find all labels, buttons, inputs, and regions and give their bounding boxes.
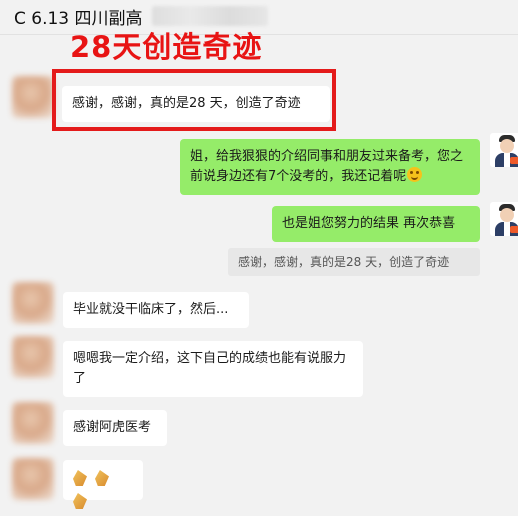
message-bubble-incoming[interactable]: 嗯嗯我一定介绍，这下自己的成绩也能有说服力了 — [63, 341, 363, 397]
my-avatar[interactable] — [490, 133, 518, 167]
overlay-title: 28天创造奇迹 — [70, 30, 263, 64]
sticker-message[interactable] — [63, 460, 143, 509]
my-avatar[interactable] — [490, 202, 518, 236]
contact-avatar[interactable] — [12, 76, 54, 118]
message-text: 姐，给我狠狠的介绍同事和朋友过来备考，您之前说身边还有7个没考的，我还记着呢 — [190, 149, 464, 184]
highlight-box — [52, 69, 336, 131]
contact-avatar[interactable] — [12, 336, 54, 378]
sticker-icon — [95, 470, 109, 486]
message-bubble-outgoing[interactable]: 姐，给我狠狠的介绍同事和朋友过来备考，您之前说身边还有7个没考的，我还记着呢 — [180, 139, 480, 195]
message-bubble-incoming[interactable]: 毕业就没干临床了，然后... — [63, 292, 249, 328]
message-bubble-outgoing[interactable]: 也是姐您努力的结果 再次恭喜 — [272, 206, 480, 242]
contact-avatar[interactable] — [12, 282, 54, 324]
sticker-icon — [73, 493, 87, 509]
sticker-icon — [73, 470, 87, 486]
emoji-grin-icon — [407, 167, 423, 182]
message-bubble-incoming[interactable]: 感谢阿虎医考 — [63, 410, 167, 446]
quoted-message[interactable]: 感谢，感谢，真的是28 天，创造了奇迹 — [228, 248, 480, 276]
contact-avatar[interactable] — [12, 402, 54, 444]
blurred-name — [152, 6, 268, 26]
